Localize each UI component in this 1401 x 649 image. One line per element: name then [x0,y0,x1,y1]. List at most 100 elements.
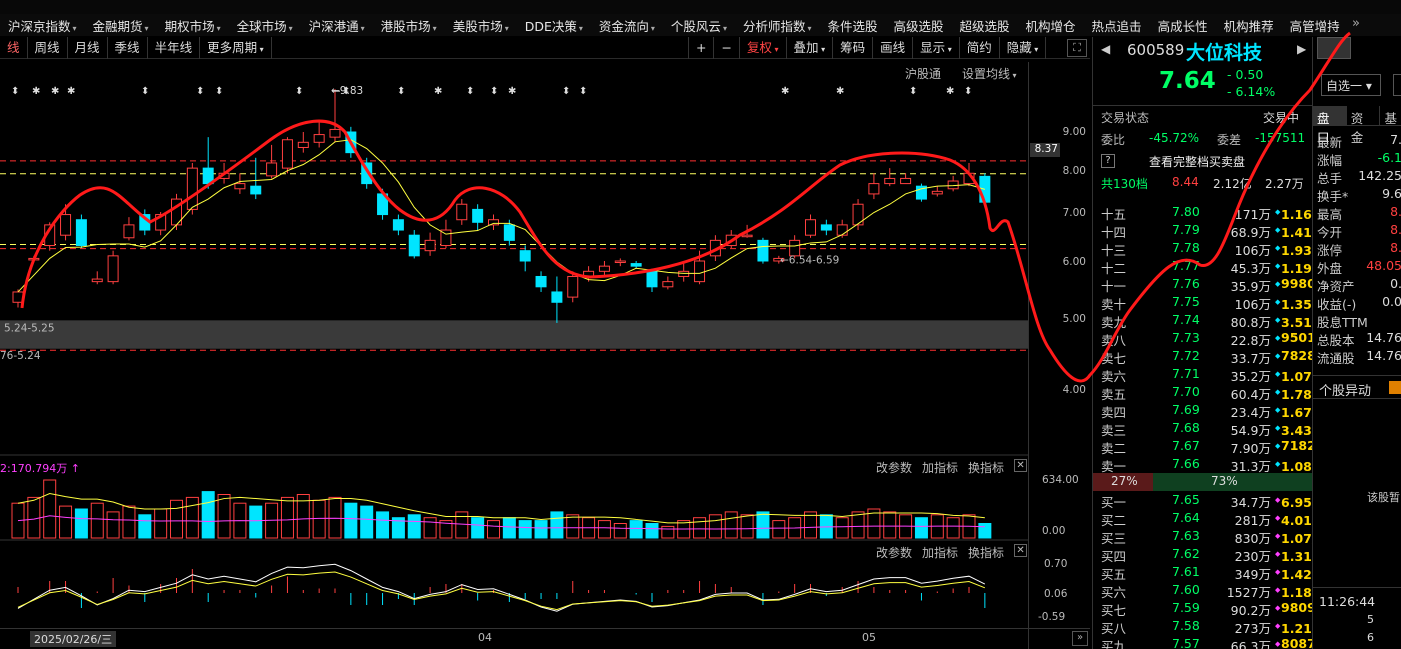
volume-bar-down [201,491,215,539]
event-marker-icon[interactable]: ⬍ [11,86,19,97]
volume-bar-down [471,517,485,539]
full-ladder-link[interactable]: 查看完整档买卖盘 [1149,153,1245,170]
chart-tool-button[interactable]: − [714,37,740,59]
market-menu-item[interactable]: 分析师指数 ▾ [735,16,820,35]
event-marker-icon[interactable]: ⬍ [562,86,570,97]
market-menu-item[interactable]: 高管增持 [1282,16,1348,35]
market-menu-item[interactable]: 全球市场 ▾ [229,16,301,35]
market-menu-item[interactable]: 美股市场 ▾ [445,16,517,35]
chart-tool-button[interactable]: 筹码 [833,37,874,59]
period-tab[interactable]: 半年线 [148,37,201,59]
order-book-row: 卖二 7.67 7.90万 ◆ 7182 [1093,438,1316,456]
close-icon[interactable]: ✕ [1014,544,1028,557]
market-menu-item[interactable]: 个股风云 ▾ [663,16,735,35]
period-tab[interactable]: 周线 [28,37,68,59]
side-tab[interactable]: 基 [1380,106,1401,126]
level-amount: 1.21万 [1281,621,1325,636]
level-volume: 106万 [1234,243,1271,258]
vol-edit-params[interactable]: 改参数 [876,459,912,476]
close-icon[interactable]: ✕ [1014,459,1028,472]
vol-swap-indicator[interactable]: 换指标 [968,459,1004,476]
market-menu-item[interactable]: 高级选股 [886,16,952,35]
event-marker-icon[interactable]: ✱ [836,86,844,97]
level-name: 买六 [1101,585,1127,600]
level-amount: 9501 [1281,330,1316,345]
event-marker-icon[interactable]: ✱ [508,86,516,97]
level-amount: 1.16万 [1281,207,1325,222]
last-price: 7.64 [1159,68,1216,94]
event-marker-icon[interactable]: ✱ [32,86,40,97]
market-menu-item[interactable]: 金融期货 ▾ [85,16,157,35]
event-marker-icon[interactable]: ⬍ [964,86,972,97]
chevron-left-icon[interactable]: ◀ [1101,42,1110,56]
market-menu-item[interactable]: 条件选股 [819,16,885,35]
macd-swap-indicator[interactable]: 换指标 [968,544,1004,561]
price-tick: 6.00 [1062,256,1086,268]
market-menu-item[interactable]: 沪深港通 ▾ [301,16,373,35]
candle-up [313,134,325,143]
checkbox-icon[interactable] [1389,381,1401,394]
watchlist-select[interactable]: 自选一 ▾ [1321,74,1381,96]
chart-tool-button[interactable]: 复权 ▾ [740,37,787,59]
event-marker-icon[interactable]: ⬍ [466,86,474,97]
side-tab[interactable]: 盘口 [1313,106,1347,145]
event-marker-icon[interactable]: ✱ [51,86,59,97]
event-marker-icon[interactable]: ✱ [434,86,442,97]
volume-bar-up [772,520,786,539]
scroll-right-icon[interactable]: » [1072,631,1088,646]
volume-bar-up [455,511,469,539]
tick-row-1: 5 [1367,613,1374,626]
market-menu-item[interactable]: 高成长性 [1150,16,1216,35]
market-menu-item[interactable]: 超级选股 [952,16,1018,35]
event-marker-icon[interactable]: ⬍ [295,86,303,97]
macd-add-indicator[interactable]: 加指标 [922,544,958,561]
level-price: 7.65 [1172,492,1200,507]
help-icon[interactable]: ? [1101,154,1115,168]
chart-tool-button[interactable]: 显示 ▾ [913,37,960,59]
chevron-right-icon[interactable]: ▶ [1297,42,1306,56]
level-amount: 1.67万 [1281,405,1325,420]
period-tab[interactable]: 更多周期 ▾ [200,37,272,59]
market-menu-item[interactable]: 热点追击 [1084,16,1150,35]
event-marker-icon[interactable]: ⬍ [490,86,498,97]
side-tab[interactable]: 资金 [1347,106,1381,145]
order-book-row: 卖六 7.71 35.2万 ◆ 1.07万 [1093,366,1324,384]
volume-bar-down [645,523,659,539]
volume-bar-down [518,520,532,539]
event-marker-icon[interactable]: ⬍ [579,86,587,97]
chart-tool-button[interactable]: 叠加 ▾ [787,37,834,59]
event-marker-icon[interactable]: ⬍ [141,86,149,97]
market-menu-item[interactable]: 港股市场 ▾ [373,16,445,35]
bell-icon[interactable] [1317,37,1351,59]
event-marker-icon[interactable]: ⬍ [909,86,917,97]
event-marker-icon[interactable]: ✱ [67,86,75,97]
event-marker-icon[interactable]: ⬍ [196,86,204,97]
market-menu-item[interactable]: 期权市场 ▾ [157,16,229,35]
fullscreen-icon[interactable]: ⛶ [1067,39,1087,57]
event-marker-icon[interactable]: ✱ [946,86,954,97]
chart-tool-button[interactable]: 画线 [873,37,914,59]
event-marker-icon[interactable]: ⬍ [215,86,223,97]
chart-tool-button[interactable]: + [688,37,715,59]
candle-up [329,128,341,138]
event-marker-icon[interactable]: ✱ [781,86,789,97]
market-menu-item[interactable]: DDE决策 ▾ [517,16,591,35]
market-menu-item[interactable]: 机构推荐 [1216,16,1282,35]
market-menu-item[interactable]: 沪深京指数 ▾ [0,16,85,35]
event-marker-icon[interactable]: ⬍ [397,86,405,97]
macd-edit-params[interactable]: 改参数 [876,544,912,561]
level-price: 7.74 [1172,312,1200,327]
kline-chart[interactable]: ⬍ ✱ ✱ ✱ ⬍ ⬍ ⬍ ⬍ ⬍ ⬍ ✱ ⬍ ⬍ ✱ ⬍ ⬍ ✱ ✱ ⬍ ✱ ⬍←9.835.24-5.2576-5.… [0,80,1028,649]
period-tab[interactable]: 月线 [68,37,108,59]
period-tab[interactable]: 季线 [108,37,148,59]
current-price-tag: 8.37 [1030,143,1060,157]
chart-tool-button[interactable]: 简约 [960,37,1000,59]
chart-tool-button[interactable]: 隐藏 ▾ [1000,37,1047,59]
vol-add-indicator[interactable]: 加指标 [922,459,958,476]
level-name: 十五 [1101,207,1127,222]
level-amount: 8087 [1281,636,1316,649]
market-menu-item[interactable]: 机构增仓 [1018,16,1084,35]
market-menu-item[interactable]: 资金流向 ▾ [591,16,663,35]
more-menu-icon[interactable]: » [1352,16,1360,31]
period-tab[interactable]: 线 [0,37,28,59]
